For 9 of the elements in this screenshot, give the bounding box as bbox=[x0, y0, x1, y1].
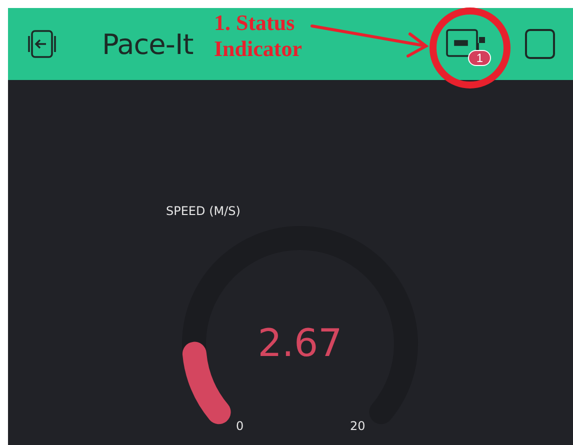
square-button[interactable] bbox=[525, 29, 555, 59]
status-badge: 1 bbox=[468, 50, 491, 66]
app-title: Pace-It bbox=[102, 28, 194, 60]
gauge-label: SPEED (M/S) bbox=[166, 204, 240, 218]
gauge-value: 2.67 bbox=[258, 321, 342, 365]
exit-icon[interactable] bbox=[26, 28, 58, 60]
annotation-text: 1. Status Indicator bbox=[214, 10, 302, 62]
gauge-max-label: 20 bbox=[350, 419, 366, 433]
gauge-min-label: 0 bbox=[236, 419, 244, 433]
